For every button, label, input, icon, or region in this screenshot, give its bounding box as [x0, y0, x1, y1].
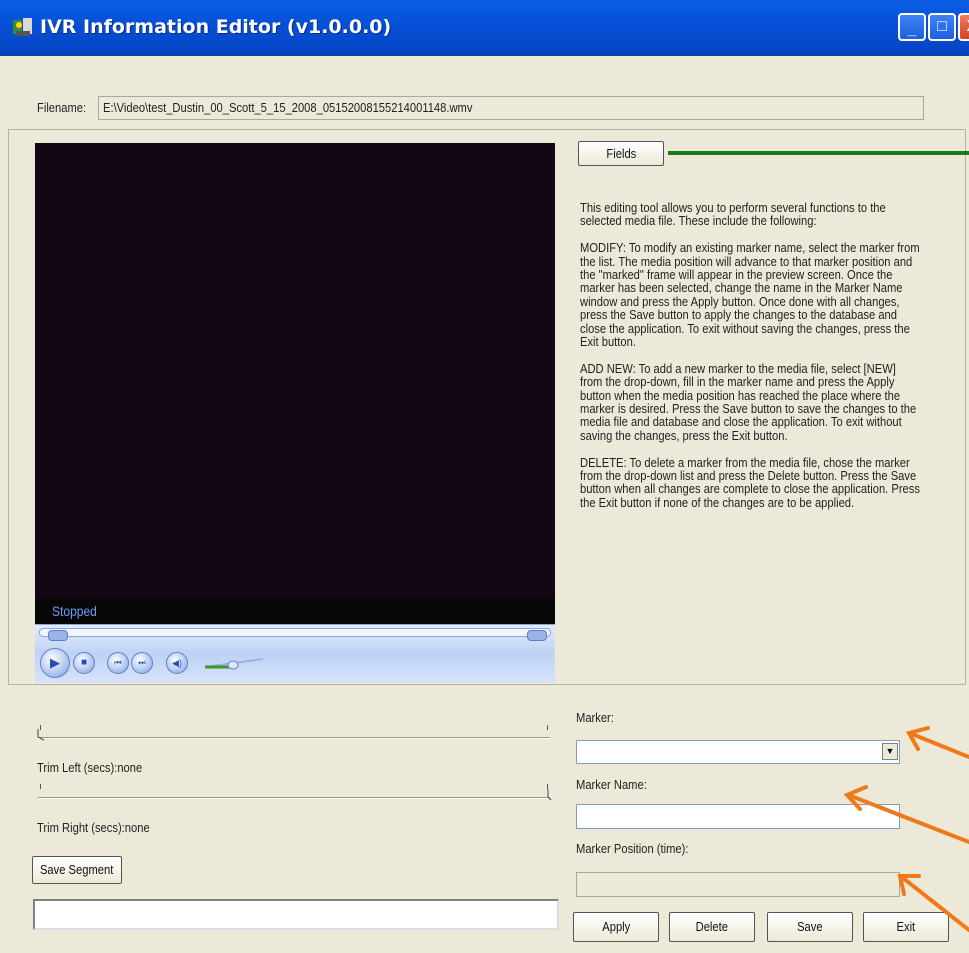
- marker-position-field: [576, 872, 900, 897]
- help-paragraph: This editing tool allows you to perform …: [580, 200, 886, 229]
- trim-left-label: Trim Left (secs):none: [37, 760, 143, 775]
- mute-button[interactable]: ◀): [166, 652, 188, 674]
- trim-right-label: Trim Right (secs):none: [37, 820, 150, 835]
- delete-button[interactable]: Delete: [669, 912, 755, 942]
- trim-right-slider[interactable]: [38, 797, 550, 799]
- help-paragraph: ADD NEW: To add a new marker to the medi…: [580, 360, 917, 443]
- speaker-icon: ◀): [172, 658, 182, 668]
- trim-left-thumb[interactable]: [36, 729, 46, 741]
- trim-right-thumb[interactable]: [542, 789, 552, 801]
- chevron-down-icon[interactable]: ▼: [882, 743, 898, 760]
- help-paragraph: MODIFY: To modify an existing marker nam…: [580, 240, 920, 350]
- close-icon: X: [960, 15, 969, 39]
- player-controls: ▶ ■ ⏮ ⏭ ◀): [35, 624, 555, 683]
- minimize-icon: _: [907, 21, 917, 38]
- orange-arrow-icon: [905, 726, 969, 759]
- stop-icon: ■: [80, 657, 88, 668]
- minimize-button[interactable]: _: [898, 13, 926, 41]
- segment-output-field[interactable]: [33, 899, 559, 930]
- filename-value: E:\Video\test_Dustin_00_Scott_5_15_2008_…: [103, 100, 473, 115]
- apply-button[interactable]: Apply: [573, 912, 659, 942]
- seek-thumb[interactable]: [48, 630, 68, 641]
- maximize-icon: □: [937, 18, 947, 35]
- fullscreen-toggle-icon[interactable]: [527, 630, 547, 641]
- previous-button[interactable]: ⏮: [107, 652, 129, 674]
- app-icon: [13, 18, 32, 36]
- exit-button[interactable]: Exit: [863, 912, 949, 942]
- trim-left-slider[interactable]: [38, 737, 550, 739]
- close-button[interactable]: X: [958, 13, 969, 41]
- title-bar[interactable]: IVR Information Editor (v1.0.0.0) _ □ X: [0, 0, 969, 56]
- volume-slider[interactable]: [203, 657, 265, 671]
- save-button[interactable]: Save: [767, 912, 853, 942]
- trim-right-tick: [40, 784, 41, 789]
- seek-bar[interactable]: [39, 628, 551, 641]
- marker-dropdown[interactable]: ▼: [576, 740, 900, 764]
- filename-field: E:\Video\test_Dustin_00_Scott_5_15_2008_…: [98, 96, 924, 120]
- window-title: IVR Information Editor (v1.0.0.0): [40, 16, 392, 38]
- filename-label: Filename:: [37, 100, 87, 115]
- next-button[interactable]: ⏭: [131, 652, 153, 674]
- save-segment-button[interactable]: Save Segment: [32, 856, 122, 884]
- help-text: This editing tool allows you to perform …: [580, 201, 920, 523]
- trim-left-tick: [547, 725, 548, 730]
- player-status-bar: Stopped: [35, 598, 555, 624]
- marker-position-label: Marker Position (time):: [576, 841, 689, 856]
- maximize-button[interactable]: □: [928, 13, 956, 41]
- play-button[interactable]: ▶: [40, 648, 70, 678]
- help-paragraph: DELETE: To delete a marker from the medi…: [580, 454, 920, 510]
- marker-name-input[interactable]: [576, 804, 900, 829]
- stop-button[interactable]: ■: [73, 652, 95, 674]
- player-status: Stopped: [52, 603, 97, 619]
- video-preview[interactable]: [35, 143, 555, 598]
- fields-button[interactable]: Fields: [578, 141, 664, 166]
- play-icon: ▶: [50, 655, 60, 670]
- next-icon: ⏭: [138, 658, 146, 667]
- previous-icon: ⏮: [114, 658, 122, 667]
- marker-label: Marker:: [576, 710, 614, 725]
- marker-name-label: Marker Name:: [576, 777, 647, 792]
- ivr-editor-window: IVR Information Editor (v1.0.0.0) _ □ X …: [0, 0, 969, 953]
